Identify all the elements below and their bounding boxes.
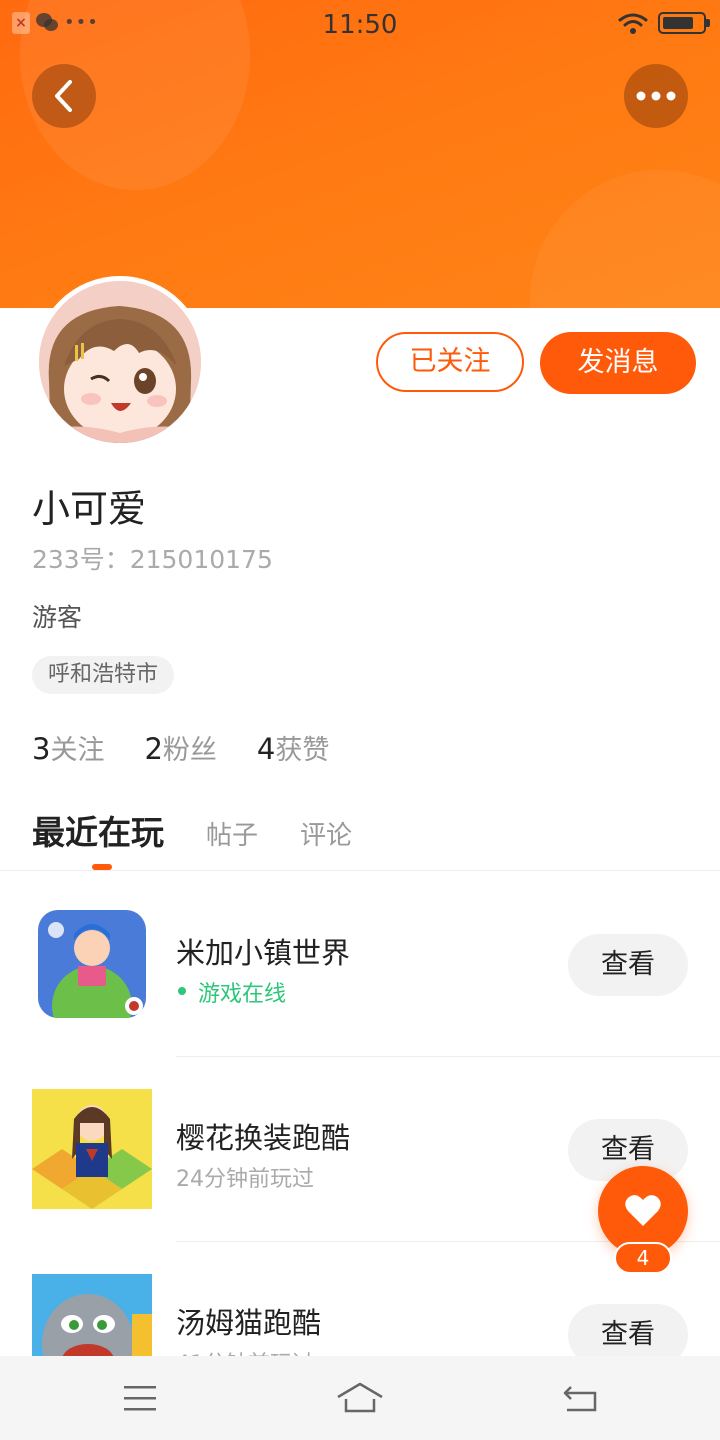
more-horizontal-icon [636, 91, 676, 101]
content-tabs: 最近在玩 帖子 评论 [32, 806, 352, 854]
battery-icon [658, 12, 710, 34]
view-button[interactable]: 查看 [568, 1304, 688, 1356]
chevron-left-icon [55, 80, 72, 112]
stat-fans[interactable]: 2粉丝 [144, 728, 216, 767]
divider [0, 870, 720, 871]
game-title: 汤姆猫跑酷 [176, 1306, 322, 1340]
game-icon-miga-town [38, 910, 146, 1018]
heart-icon [625, 1195, 661, 1226]
menu-icon [124, 1386, 156, 1411]
status-bar: × ••• 11:50 [0, 0, 720, 50]
avatar-image [39, 281, 201, 443]
game-title: 米加小镇世界 [176, 936, 351, 970]
tab-posts[interactable]: 帖子 [206, 815, 258, 852]
tab-recently-played[interactable]: 最近在玩 [32, 806, 164, 854]
location-tag: 呼和浩特市 [32, 656, 175, 694]
user-id: 233号：215010175 [32, 545, 273, 574]
wifi-icon [618, 13, 648, 34]
menu-button[interactable] [80, 1356, 200, 1440]
send-message-button[interactable]: 发消息 [540, 332, 696, 394]
back-button[interactable] [32, 64, 96, 128]
game-icon-tom-cat-run [32, 1274, 152, 1356]
avatar[interactable] [34, 276, 206, 448]
game-title: 樱花换装跑酷 [176, 1121, 351, 1155]
user-role: 游客 [32, 603, 83, 632]
tab-comments[interactable]: 评论 [300, 815, 352, 852]
system-nav-bar [0, 1356, 720, 1440]
game-last-played: 24分钟前玩过 [176, 1167, 314, 1192]
status-time: 11:50 [322, 10, 398, 40]
view-button[interactable]: 查看 [568, 934, 688, 996]
more-button[interactable] [624, 64, 688, 128]
followed-button[interactable]: 已关注 [376, 332, 524, 392]
list-item[interactable]: 汤姆猫跑酷 41分钟前玩过 查看 [0, 1242, 720, 1356]
stat-likes[interactable]: 4获赞 [257, 728, 329, 767]
profile-stats: 3关注 2粉丝 4获赞 [32, 728, 329, 767]
home-button[interactable] [300, 1356, 420, 1440]
system-back-button[interactable] [520, 1356, 640, 1440]
username: 小可爱 [32, 487, 147, 531]
stat-following[interactable]: 3关注 [32, 728, 104, 767]
return-icon [563, 1386, 597, 1412]
list-item[interactable]: 米加小镇世界 游戏在线 查看 [0, 872, 720, 1057]
game-status-online: 游戏在线 [176, 976, 286, 1008]
home-icon [337, 1382, 383, 1413]
game-last-played: 41分钟前玩过 [176, 1346, 314, 1356]
game-icon-sakura-parkour [32, 1089, 152, 1209]
like-count-badge: 4 [614, 1242, 672, 1274]
